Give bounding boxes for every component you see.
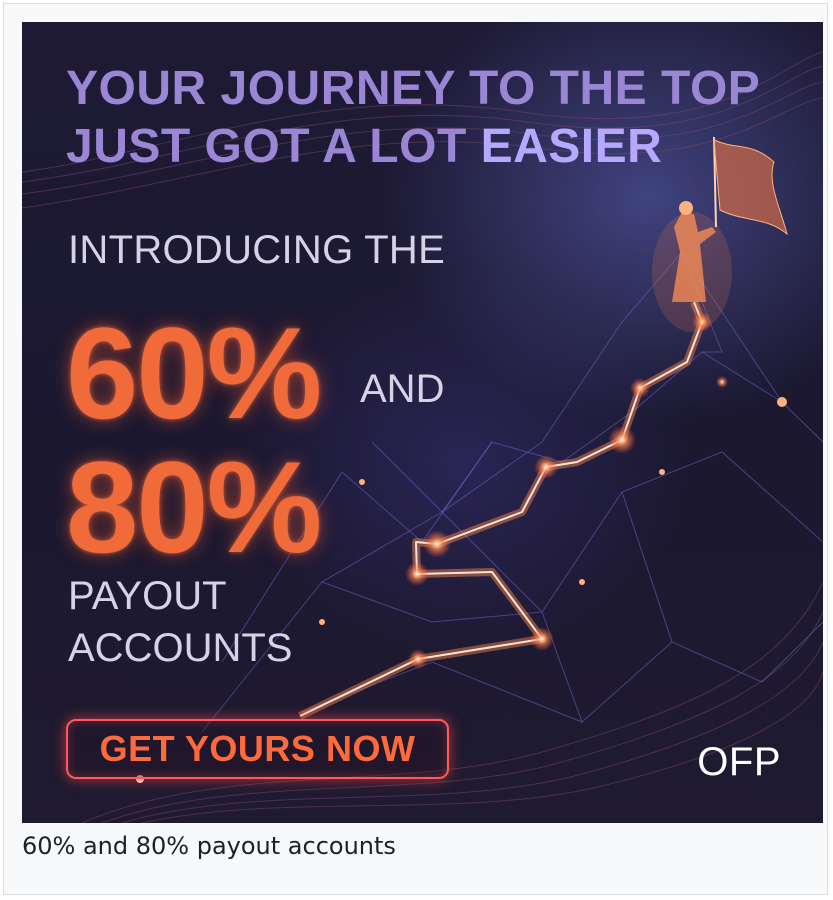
headline: YOUR JOURNEY TO THE TOP JUST GOT A LOT E… bbox=[66, 60, 760, 176]
connector-text: AND bbox=[360, 367, 445, 411]
brand-logo: OFP bbox=[697, 740, 781, 784]
payout-line-2: ACCOUNTS bbox=[68, 626, 293, 670]
promo-banner[interactable]: YOUR JOURNEY TO THE TOP JUST GOT A LOT E… bbox=[22, 22, 823, 823]
image-caption: 60% and 80% payout accounts bbox=[22, 832, 396, 860]
payout-80-percent: 80% bbox=[66, 434, 322, 580]
intro-text: INTRODUCING THE bbox=[68, 228, 446, 272]
headline-line-2: JUST GOT A LOT EASIER bbox=[66, 118, 760, 176]
payout-accounts-text: PAYOUT ACCOUNTS bbox=[68, 570, 292, 674]
headline-line-1: YOUR JOURNEY TO THE TOP bbox=[66, 62, 761, 115]
get-yours-now-button[interactable]: GET YOURS NOW bbox=[66, 719, 449, 779]
figure-frame: YOUR JOURNEY TO THE TOP JUST GOT A LOT E… bbox=[3, 3, 828, 895]
headline-line-2-start: JUST GOT A LOT bbox=[66, 120, 481, 173]
headline-accent: EASIER bbox=[480, 120, 663, 173]
payout-60-percent: 60% bbox=[66, 300, 322, 446]
payout-line-1: PAYOUT bbox=[68, 574, 227, 618]
